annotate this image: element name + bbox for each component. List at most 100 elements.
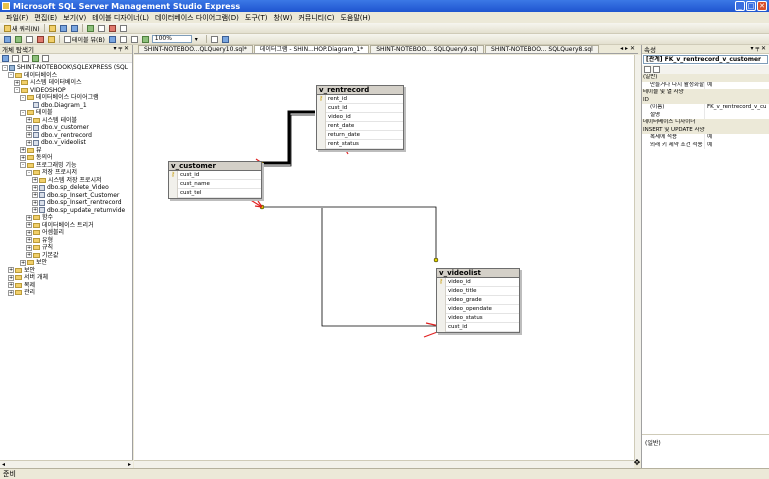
tree-node[interactable]: dbo.Diagram_1 (0, 102, 132, 110)
tree-node[interactable]: + 유형 (0, 237, 132, 245)
tree-node[interactable]: - 데이터베이스 다이어그램 (0, 94, 132, 102)
generate-script-button[interactable] (221, 35, 230, 44)
collapse-icon[interactable]: - (14, 87, 20, 94)
menu-item[interactable]: 데이터베이스 다이어그램(D) (155, 13, 239, 23)
table-column-row[interactable]: cust_tel (169, 188, 261, 198)
collapse-icon[interactable]: - (20, 94, 26, 101)
table-column-row[interactable]: return_date (317, 130, 403, 140)
property-category[interactable]: (일반) (642, 74, 769, 82)
tree-node[interactable]: + 시스템 데이터베이스 (0, 79, 132, 87)
filter-icon[interactable] (42, 54, 49, 62)
save-button[interactable] (59, 24, 68, 33)
relation-line-selected[interactable] (262, 110, 315, 165)
property-category[interactable]: 테이블 및 열 사양 (642, 89, 769, 97)
expand-icon[interactable]: + (26, 222, 32, 229)
menu-item[interactable]: 도구(T) (245, 13, 268, 23)
table-column-row[interactable]: cust_id (437, 322, 519, 332)
tree-node[interactable]: + 뷰 (0, 147, 132, 155)
table-column-row[interactable]: ⚷ video_id (437, 277, 519, 287)
refresh-icon[interactable] (32, 54, 39, 62)
document-tab[interactable]: SHINT-NOTEBOO... SQLQuery8.sql (485, 45, 599, 53)
properties-object-select[interactable]: [관계] FK_v_rentrecord_v_customer (643, 55, 768, 64)
table-column-row[interactable]: video_opendate (437, 304, 519, 314)
tree-node[interactable]: - 프로그래밍 기능 (0, 162, 132, 170)
toolbox-button[interactable] (108, 24, 117, 33)
text-annotation-button[interactable] (119, 35, 128, 44)
table-view-button[interactable]: 테이블 뷰(B) (63, 35, 106, 44)
stop-icon[interactable] (22, 54, 29, 62)
tree-node[interactable]: + 시스템 테이블 (0, 117, 132, 125)
property-value[interactable]: 예 (704, 81, 769, 89)
collapse-icon[interactable]: - (8, 72, 14, 79)
menu-item[interactable]: 도움말(H) (340, 13, 370, 23)
menu-item[interactable]: 창(W) (274, 13, 293, 23)
property-category[interactable]: INSERT 및 UPDATE 사양 (642, 126, 769, 134)
property-row[interactable]: 만들거나 다시 활성화할 때예 (642, 81, 769, 89)
object-explorer-hscroll[interactable]: ◂ ▸ (0, 460, 133, 468)
diagram-canvas[interactable]: v_rentrecord ⚷ rent_id cust_id video_id rent… (134, 55, 634, 460)
property-value[interactable]: FK_v_rentrecord_v_cu (704, 104, 769, 112)
property-category[interactable]: 데이터베이스 디자이너 (642, 119, 769, 127)
tree-node[interactable]: - 테이블 (0, 109, 132, 117)
tree-node[interactable]: - 데이터베이스 (0, 72, 132, 80)
table-column-row[interactable]: ⚷ cust_id (169, 170, 261, 180)
expand-icon[interactable]: + (8, 274, 14, 281)
expand-icon[interactable]: + (20, 147, 26, 154)
table-column-row[interactable]: video_status (437, 313, 519, 323)
expand-icon[interactable]: + (20, 259, 26, 266)
table-column-row[interactable]: cust_name (169, 179, 261, 189)
tree-node[interactable]: + dbo.sp_delete_Video (0, 184, 132, 192)
table-v-videolist[interactable]: v_videolist ⚷ video_id video_title video_gr… (436, 268, 520, 333)
open-button[interactable] (48, 24, 57, 33)
tree-node[interactable]: + 보안 (0, 259, 132, 267)
expand-icon[interactable]: + (32, 184, 38, 191)
pin-icon[interactable]: ▾ ╤ ✕ (114, 45, 129, 52)
expand-icon[interactable]: + (26, 139, 32, 146)
expand-icon[interactable]: + (32, 177, 38, 184)
tree-node[interactable]: + dbo.sp_update_returnvide (0, 207, 132, 215)
menu-item[interactable]: 편집(E) (34, 13, 57, 23)
disconnect-icon[interactable] (12, 54, 19, 62)
property-row[interactable]: (이름) FK_v_rentrecord_v_cu (642, 104, 769, 112)
property-category[interactable]: ID (642, 96, 769, 104)
scroll-left-arrow[interactable]: ◂ (2, 461, 5, 468)
collapse-icon[interactable]: - (2, 64, 8, 71)
table-column-row[interactable]: cust_id (317, 103, 403, 113)
expand-icon[interactable]: + (32, 199, 38, 206)
table-column-row[interactable]: rent_date (317, 121, 403, 131)
properties-button[interactable] (97, 24, 106, 33)
tree-node[interactable]: + 기본값 (0, 252, 132, 260)
collapse-icon[interactable]: - (20, 109, 26, 116)
tree-node[interactable]: + 시스템 저장 프로시저 (0, 177, 132, 185)
expand-icon[interactable]: + (26, 117, 32, 124)
tree-node[interactable]: + 서버 개체 (0, 274, 132, 282)
auto-size-button[interactable] (210, 35, 219, 44)
property-value[interactable]: 예 (704, 134, 769, 142)
table-v-customer[interactable]: v_customer ⚷ cust_id cust_name cust_tel (168, 161, 262, 199)
page-breaks-button[interactable] (130, 35, 139, 44)
property-row[interactable]: 외래 키 제약 조건 적용 예 (642, 141, 769, 149)
arrange-button[interactable] (141, 35, 150, 44)
tree-node[interactable]: + 보안 (0, 267, 132, 275)
table-column-row[interactable]: video_grade (437, 295, 519, 305)
delete-button[interactable] (36, 35, 45, 44)
diagram-vscroll[interactable] (634, 55, 641, 460)
tree-node[interactable]: + 데이터베이스 트리거 (0, 222, 132, 230)
expand-icon[interactable]: + (32, 192, 38, 199)
property-row[interactable]: 복제에 적용 예 (642, 134, 769, 142)
menu-item[interactable]: 커뮤니티(C) (298, 13, 334, 23)
zoom-dropdown-button[interactable]: ▾ (194, 35, 203, 44)
tree-node[interactable]: + dbo.sp_Insert_rentrecord (0, 199, 132, 207)
menu-item[interactable]: 파일(F) (6, 13, 28, 23)
table-v-rentrecord[interactable]: v_rentrecord ⚷ rent_id cust_id video_id rent… (316, 85, 404, 150)
tree-node[interactable]: + dbo.v_rentrecord (0, 132, 132, 140)
property-value[interactable] (704, 111, 769, 119)
expand-icon[interactable]: + (8, 289, 14, 296)
expand-icon[interactable]: + (26, 214, 32, 221)
expand-icon[interactable]: + (32, 207, 38, 214)
tree-node[interactable]: + 관리 (0, 289, 132, 297)
expand-icon[interactable]: + (8, 282, 14, 289)
table-column-row[interactable]: video_id (317, 112, 403, 122)
table-column-row[interactable]: video_title (437, 286, 519, 296)
expand-icon[interactable]: + (26, 132, 32, 139)
